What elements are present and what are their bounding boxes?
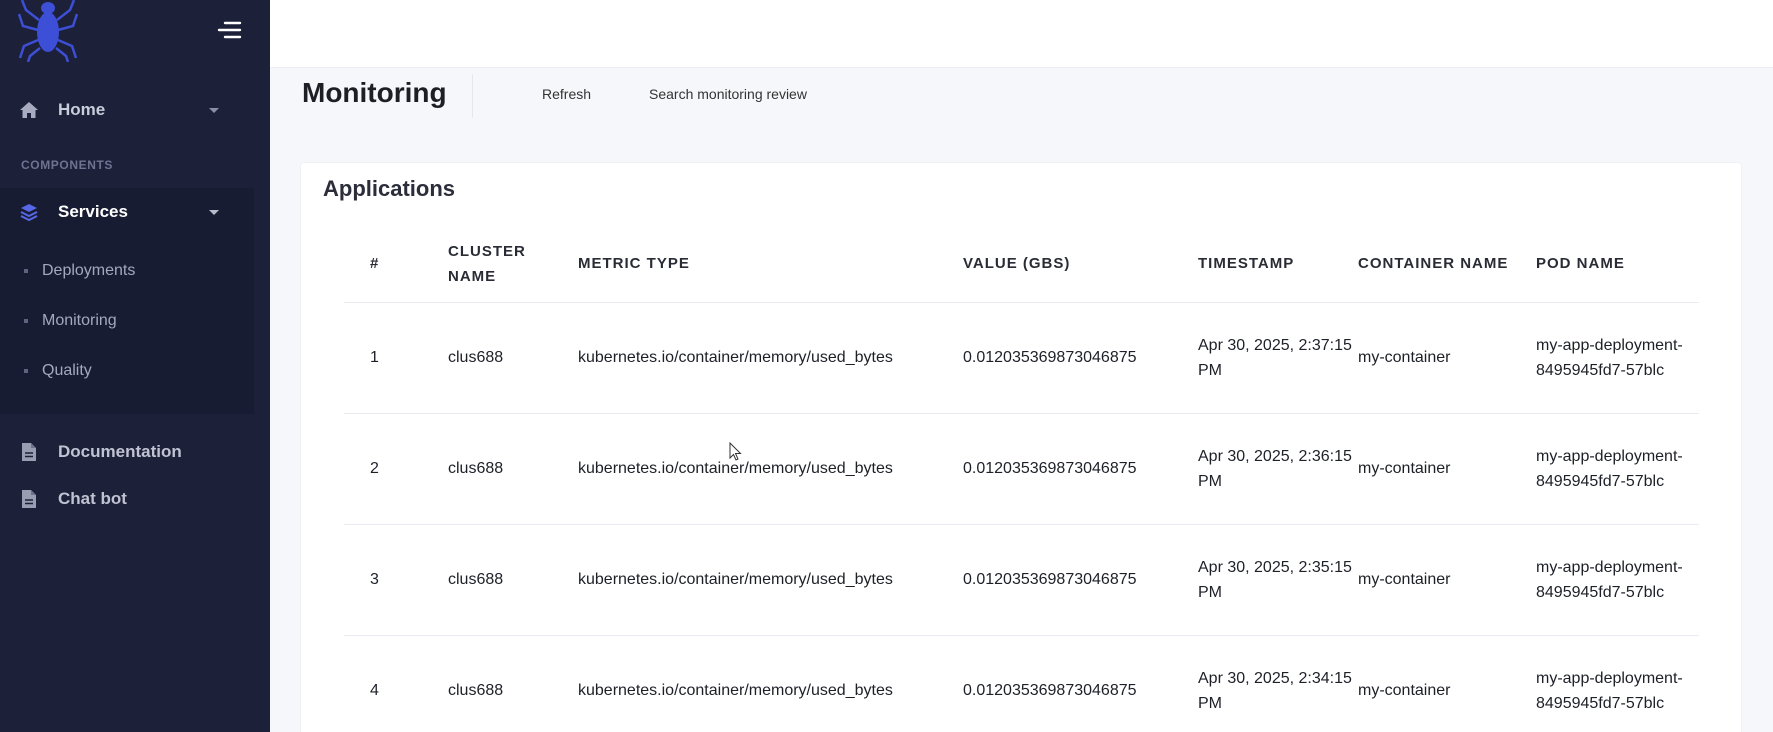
document-icon (18, 441, 40, 463)
cell-pod-name: my-app-deployment-8495945fd7-57blc (1536, 524, 1699, 636)
bullet-icon (24, 269, 28, 273)
cell-index: 3 (344, 524, 448, 636)
search-monitoring-button[interactable]: Search monitoring review (649, 86, 807, 102)
divider (472, 74, 473, 118)
sidebar-item-home[interactable]: Home (0, 86, 270, 134)
cell-index: 4 (344, 635, 448, 732)
sidebar-subitem-deployments[interactable]: Deployments (24, 256, 135, 286)
document-icon (18, 488, 40, 510)
table-row: 4 clus688 kubernetes.io/container/memory… (344, 635, 1699, 732)
table-header-row: # CLUSTER NAME METRIC TYPE VALUE (GBS) T… (344, 226, 1699, 303)
cell-value: 0.012035369873046875 (963, 524, 1198, 636)
top-header (270, 0, 1773, 68)
monitoring-table: # CLUSTER NAME METRIC TYPE VALUE (GBS) T… (344, 226, 1699, 732)
cell-pod-name: my-app-deployment-8495945fd7-57blc (1536, 635, 1699, 732)
cell-container-name: my-container (1358, 635, 1536, 732)
column-header-value: VALUE (GBS) (963, 226, 1198, 303)
sidebar-subitem-label: Deployments (42, 262, 136, 279)
spider-logo-icon[interactable] (17, 0, 79, 63)
cell-cluster-name: clus688 (448, 302, 578, 414)
bullet-icon (24, 369, 28, 373)
sidebar-subitem-quality[interactable]: Quality (24, 356, 92, 386)
cell-metric-type: kubernetes.io/container/memory/used_byte… (578, 635, 963, 732)
page-title: Monitoring (302, 77, 447, 108)
sidebar-item-services[interactable]: Services (0, 188, 270, 236)
cell-value: 0.012035369873046875 (963, 302, 1198, 414)
sidebar-item-label: Chat bot (58, 489, 127, 508)
cell-timestamp: Apr 30, 2025, 2:35:15 PM (1198, 524, 1358, 636)
cell-metric-type: kubernetes.io/container/memory/used_byte… (578, 524, 963, 636)
sidebar-item-label: Services (58, 202, 128, 221)
cell-timestamp: Apr 30, 2025, 2:34:15 PM (1198, 635, 1358, 732)
sidebar-item-label: Documentation (58, 442, 182, 461)
cell-cluster-name: clus688 (448, 524, 578, 636)
menu-toggle-icon[interactable] (216, 18, 244, 42)
column-header-pod-name: POD NAME (1536, 226, 1699, 303)
cell-pod-name: my-app-deployment-8495945fd7-57blc (1536, 413, 1699, 525)
table-row: 1 clus688 kubernetes.io/container/memory… (344, 302, 1699, 414)
table-row: 3 clus688 kubernetes.io/container/memory… (344, 524, 1699, 636)
section-title: COMPONENTS (21, 158, 114, 172)
sidebar-subitem-label: Quality (42, 362, 92, 379)
card-title: Applications (323, 176, 456, 201)
cell-value: 0.012035369873046875 (963, 635, 1198, 732)
refresh-button[interactable]: Refresh (542, 86, 591, 102)
cell-container-name: my-container (1358, 524, 1536, 636)
sidebar-item-documentation[interactable]: Documentation (0, 428, 270, 476)
column-header-index: # (344, 226, 448, 303)
sidebar-subitem-monitoring[interactable]: Monitoring (24, 306, 117, 336)
cell-cluster-name: clus688 (448, 635, 578, 732)
chevron-down-icon (209, 209, 219, 215)
cell-pod-name: my-app-deployment-8495945fd7-57blc (1536, 302, 1699, 414)
cell-index: 2 (344, 413, 448, 525)
cell-timestamp: Apr 30, 2025, 2:37:15 PM (1198, 302, 1358, 414)
mouse-cursor-icon (729, 441, 743, 462)
table-row: 2 clus688 kubernetes.io/container/memory… (344, 413, 1699, 525)
bullet-icon (24, 319, 28, 323)
cell-timestamp: Apr 30, 2025, 2:36:15 PM (1198, 413, 1358, 525)
layers-icon (18, 201, 40, 223)
cell-container-name: my-container (1358, 413, 1536, 525)
chevron-down-icon (209, 107, 219, 113)
cell-cluster-name: clus688 (448, 413, 578, 525)
cell-index: 1 (344, 302, 448, 414)
cell-metric-type: kubernetes.io/container/memory/used_byte… (578, 302, 963, 414)
cell-value: 0.012035369873046875 (963, 413, 1198, 525)
sidebar-item-chatbot[interactable]: Chat bot (0, 475, 270, 523)
sidebar-item-label: Home (58, 100, 106, 119)
column-header-metric-type: METRIC TYPE (578, 226, 963, 303)
column-header-timestamp: TIMESTAMP (1198, 226, 1358, 303)
home-icon (18, 99, 40, 121)
cell-container-name: my-container (1358, 302, 1536, 414)
cell-metric-type: kubernetes.io/container/memory/used_byte… (578, 413, 963, 525)
sidebar-subitem-label: Monitoring (42, 312, 117, 329)
column-header-container-name: CONTAINER NAME (1358, 226, 1536, 303)
sidebar: Home COMPONENTS Services Deployments Mon… (0, 0, 270, 732)
column-header-cluster-name: CLUSTER NAME (448, 226, 578, 303)
